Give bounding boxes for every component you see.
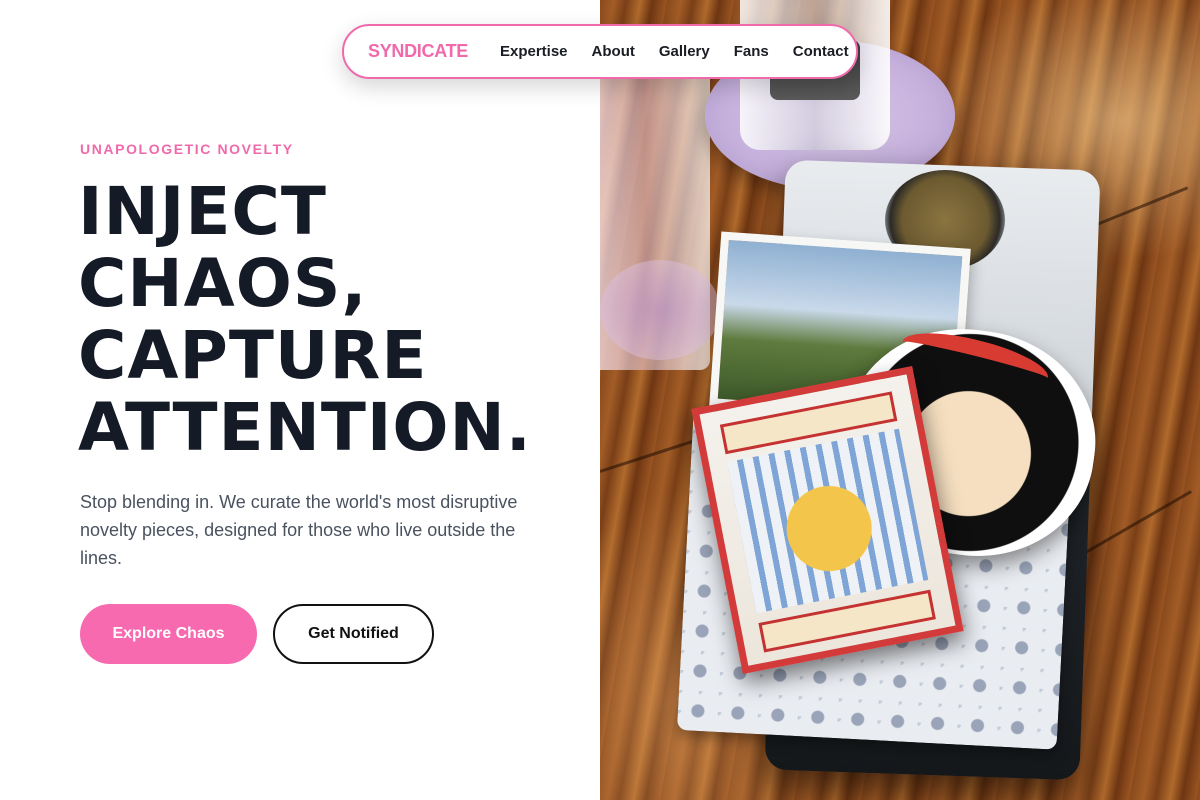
nav-link-about[interactable]: About: [592, 43, 635, 60]
hero-eyebrow: UNAPOLOGETIC NOVELTY: [80, 141, 294, 157]
nav-link-expertise[interactable]: Expertise: [500, 43, 568, 60]
headline-line: ATTENTION.: [78, 389, 532, 466]
top-nav: SYNDICATE Expertise About Gallery Fans C…: [342, 24, 858, 79]
explore-chaos-button[interactable]: Explore Chaos: [80, 604, 257, 664]
nav-link-fans[interactable]: Fans: [734, 43, 769, 60]
headline-line: CHAOS,: [78, 245, 368, 322]
headline-line: INJECT: [78, 173, 327, 250]
trading-card-art: [727, 428, 929, 614]
get-notified-button[interactable]: Get Notified: [273, 604, 434, 664]
nav-link-contact[interactable]: Contact: [793, 43, 849, 60]
headline-line: CAPTURE: [78, 317, 428, 394]
nav-link-gallery[interactable]: Gallery: [659, 43, 710, 60]
hero-product-photo: [600, 0, 1200, 800]
hero-headline: INJECT CHAOS, CAPTURE ATTENTION.: [78, 176, 598, 464]
brand-logo[interactable]: SYNDICATE: [368, 41, 468, 62]
glass-cup-base: [600, 260, 720, 360]
hero-description: Stop blending in. We curate the world's …: [80, 492, 518, 568]
